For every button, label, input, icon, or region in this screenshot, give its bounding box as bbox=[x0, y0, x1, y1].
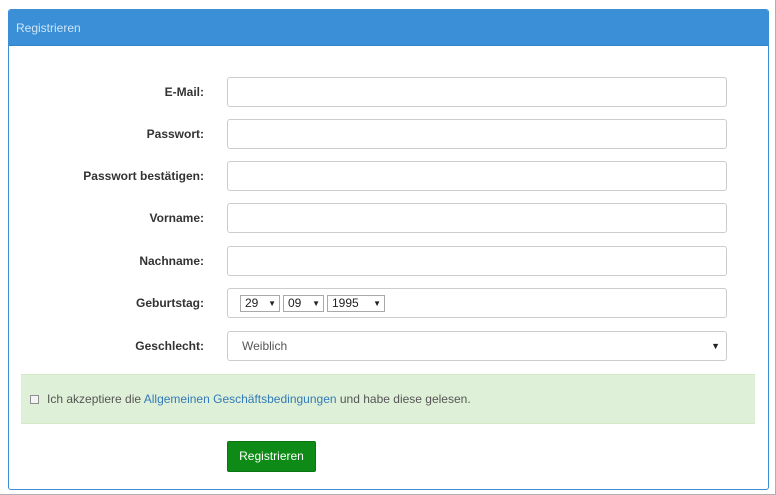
password-label: Passwort: bbox=[146, 127, 204, 141]
birthday-year-value: 1995 bbox=[332, 296, 359, 310]
email-field[interactable] bbox=[227, 77, 727, 107]
last-name-row: Nachname: bbox=[9, 246, 768, 276]
first-name-field[interactable] bbox=[227, 203, 727, 233]
birthday-month-select[interactable]: 09 ▼ bbox=[283, 295, 324, 312]
last-name-field[interactable] bbox=[227, 246, 727, 276]
birthday-day-value: 29 bbox=[245, 296, 259, 310]
email-row: E-Mail: bbox=[9, 77, 768, 107]
birthday-year-select[interactable]: 1995 ▼ bbox=[327, 295, 385, 312]
terms-link[interactable]: Allgemeinen Geschäftsbedingungen bbox=[144, 392, 337, 406]
terms-checkbox[interactable] bbox=[30, 395, 39, 404]
email-label: E-Mail: bbox=[164, 85, 204, 99]
gender-label: Geschlecht: bbox=[135, 339, 204, 353]
terms-text: Ich akzeptiere die Allgemeinen Geschäfts… bbox=[47, 375, 471, 423]
birthday-field: 29 ▼ 09 ▼ 1995 ▼ bbox=[227, 288, 727, 318]
password-field[interactable] bbox=[227, 119, 727, 149]
chevron-down-icon: ▼ bbox=[711, 341, 720, 351]
password-row: Passwort: bbox=[9, 119, 768, 149]
birthday-month-value: 09 bbox=[288, 296, 302, 310]
last-name-label: Nachname: bbox=[139, 254, 204, 268]
panel-title: Registrieren bbox=[9, 10, 768, 46]
first-name-label: Vorname: bbox=[149, 211, 204, 225]
password-confirm-field[interactable] bbox=[227, 161, 727, 191]
birthday-day-select[interactable]: 29 ▼ bbox=[240, 295, 280, 312]
password-confirm-row: Passwort bestätigen: bbox=[9, 161, 768, 191]
terms-text-before: Ich akzeptiere die bbox=[47, 392, 144, 406]
first-name-row: Vorname: bbox=[9, 203, 768, 233]
chevron-down-icon: ▼ bbox=[268, 299, 276, 308]
chevron-down-icon: ▼ bbox=[312, 299, 320, 308]
registration-panel: Registrieren E-Mail: Passwort: Passwort … bbox=[8, 9, 769, 490]
gender-selected-value: Weiblich bbox=[242, 339, 288, 353]
terms-alert: Ich akzeptiere die Allgemeinen Geschäfts… bbox=[21, 374, 755, 424]
register-button[interactable]: Registrieren bbox=[227, 441, 316, 472]
gender-row: Geschlecht: Weiblich ▼ bbox=[9, 331, 768, 361]
gender-select[interactable]: Weiblich ▼ bbox=[227, 331, 727, 361]
birthday-label: Geburtstag: bbox=[135, 296, 204, 310]
chevron-down-icon: ▼ bbox=[373, 299, 381, 308]
birthday-row: Geburtstag: 29 ▼ 09 ▼ 1995 ▼ bbox=[9, 288, 768, 318]
terms-text-after: und habe diese gelesen. bbox=[336, 392, 471, 406]
password-confirm-label: Passwort bestätigen: bbox=[83, 169, 204, 183]
